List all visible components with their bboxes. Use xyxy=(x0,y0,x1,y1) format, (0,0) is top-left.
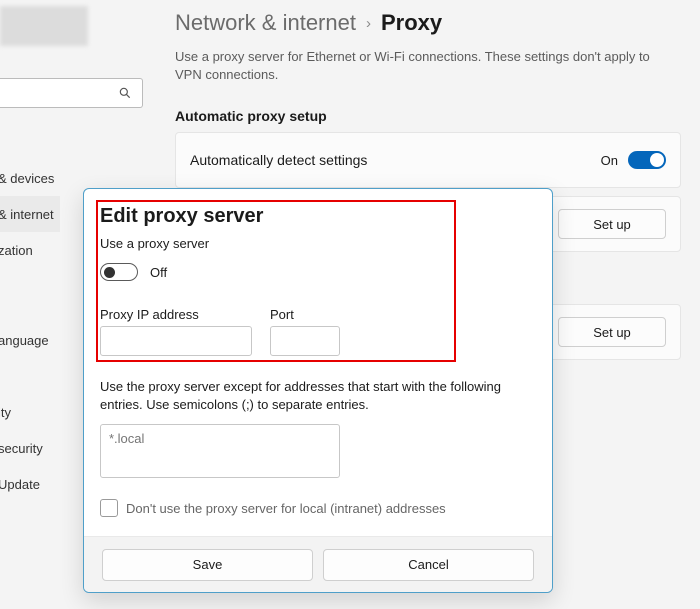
search-input-container[interactable] xyxy=(0,78,143,108)
manual-setup-button[interactable]: Set up xyxy=(558,317,666,347)
auto-detect-toggle[interactable] xyxy=(628,151,666,169)
sidebar-item-personalization[interactable]: zation xyxy=(0,232,60,268)
proxy-ip-label: Proxy IP address xyxy=(100,307,252,322)
account-header-blur xyxy=(0,6,88,46)
auto-detect-state-text: On xyxy=(601,153,618,168)
sidebar-item-devices[interactable]: & devices xyxy=(0,160,60,196)
auto-detect-card: Automatically detect settings On xyxy=(175,132,681,188)
proxy-ip-input[interactable] xyxy=(100,326,252,356)
auto-section-title: Automatic proxy setup xyxy=(175,108,327,124)
breadcrumb-parent[interactable]: Network & internet xyxy=(175,10,356,36)
search-icon xyxy=(118,86,132,100)
proxy-port-label: Port xyxy=(270,307,340,322)
sidebar-item-language[interactable]: anguage xyxy=(0,322,60,358)
sidebar: & devices & internet zation anguage ity … xyxy=(0,160,60,502)
local-bypass-checkbox[interactable] xyxy=(100,499,118,517)
cancel-button[interactable]: Cancel xyxy=(323,549,534,581)
sidebar-item-security[interactable]: security xyxy=(0,430,60,466)
use-proxy-label: Use a proxy server xyxy=(100,236,536,251)
script-setup-button[interactable]: Set up xyxy=(558,209,666,239)
sidebar-item-accessibility[interactable]: ity xyxy=(0,394,60,430)
auto-detect-label: Automatically detect settings xyxy=(190,152,367,168)
save-button[interactable]: Save xyxy=(102,549,313,581)
edit-proxy-dialog: Edit proxy server Use a proxy server Off… xyxy=(83,188,553,593)
dialog-footer: Save Cancel xyxy=(84,536,552,592)
breadcrumb-current: Proxy xyxy=(381,10,442,36)
breadcrumb: Network & internet › Proxy xyxy=(175,10,442,36)
use-proxy-state-text: Off xyxy=(150,265,167,280)
use-proxy-toggle[interactable] xyxy=(100,263,138,281)
sidebar-item-update[interactable]: Update xyxy=(0,466,60,502)
exceptions-input[interactable] xyxy=(100,424,340,478)
chevron-right-icon: › xyxy=(366,15,371,32)
proxy-port-input[interactable] xyxy=(270,326,340,356)
dialog-title: Edit proxy server xyxy=(100,205,536,228)
sidebar-item-network[interactable]: & internet xyxy=(0,196,60,232)
local-bypass-label: Don't use the proxy server for local (in… xyxy=(126,501,446,516)
page-description: Use a proxy server for Ethernet or Wi-Fi… xyxy=(175,48,655,84)
exceptions-note: Use the proxy server except for addresse… xyxy=(100,378,536,414)
